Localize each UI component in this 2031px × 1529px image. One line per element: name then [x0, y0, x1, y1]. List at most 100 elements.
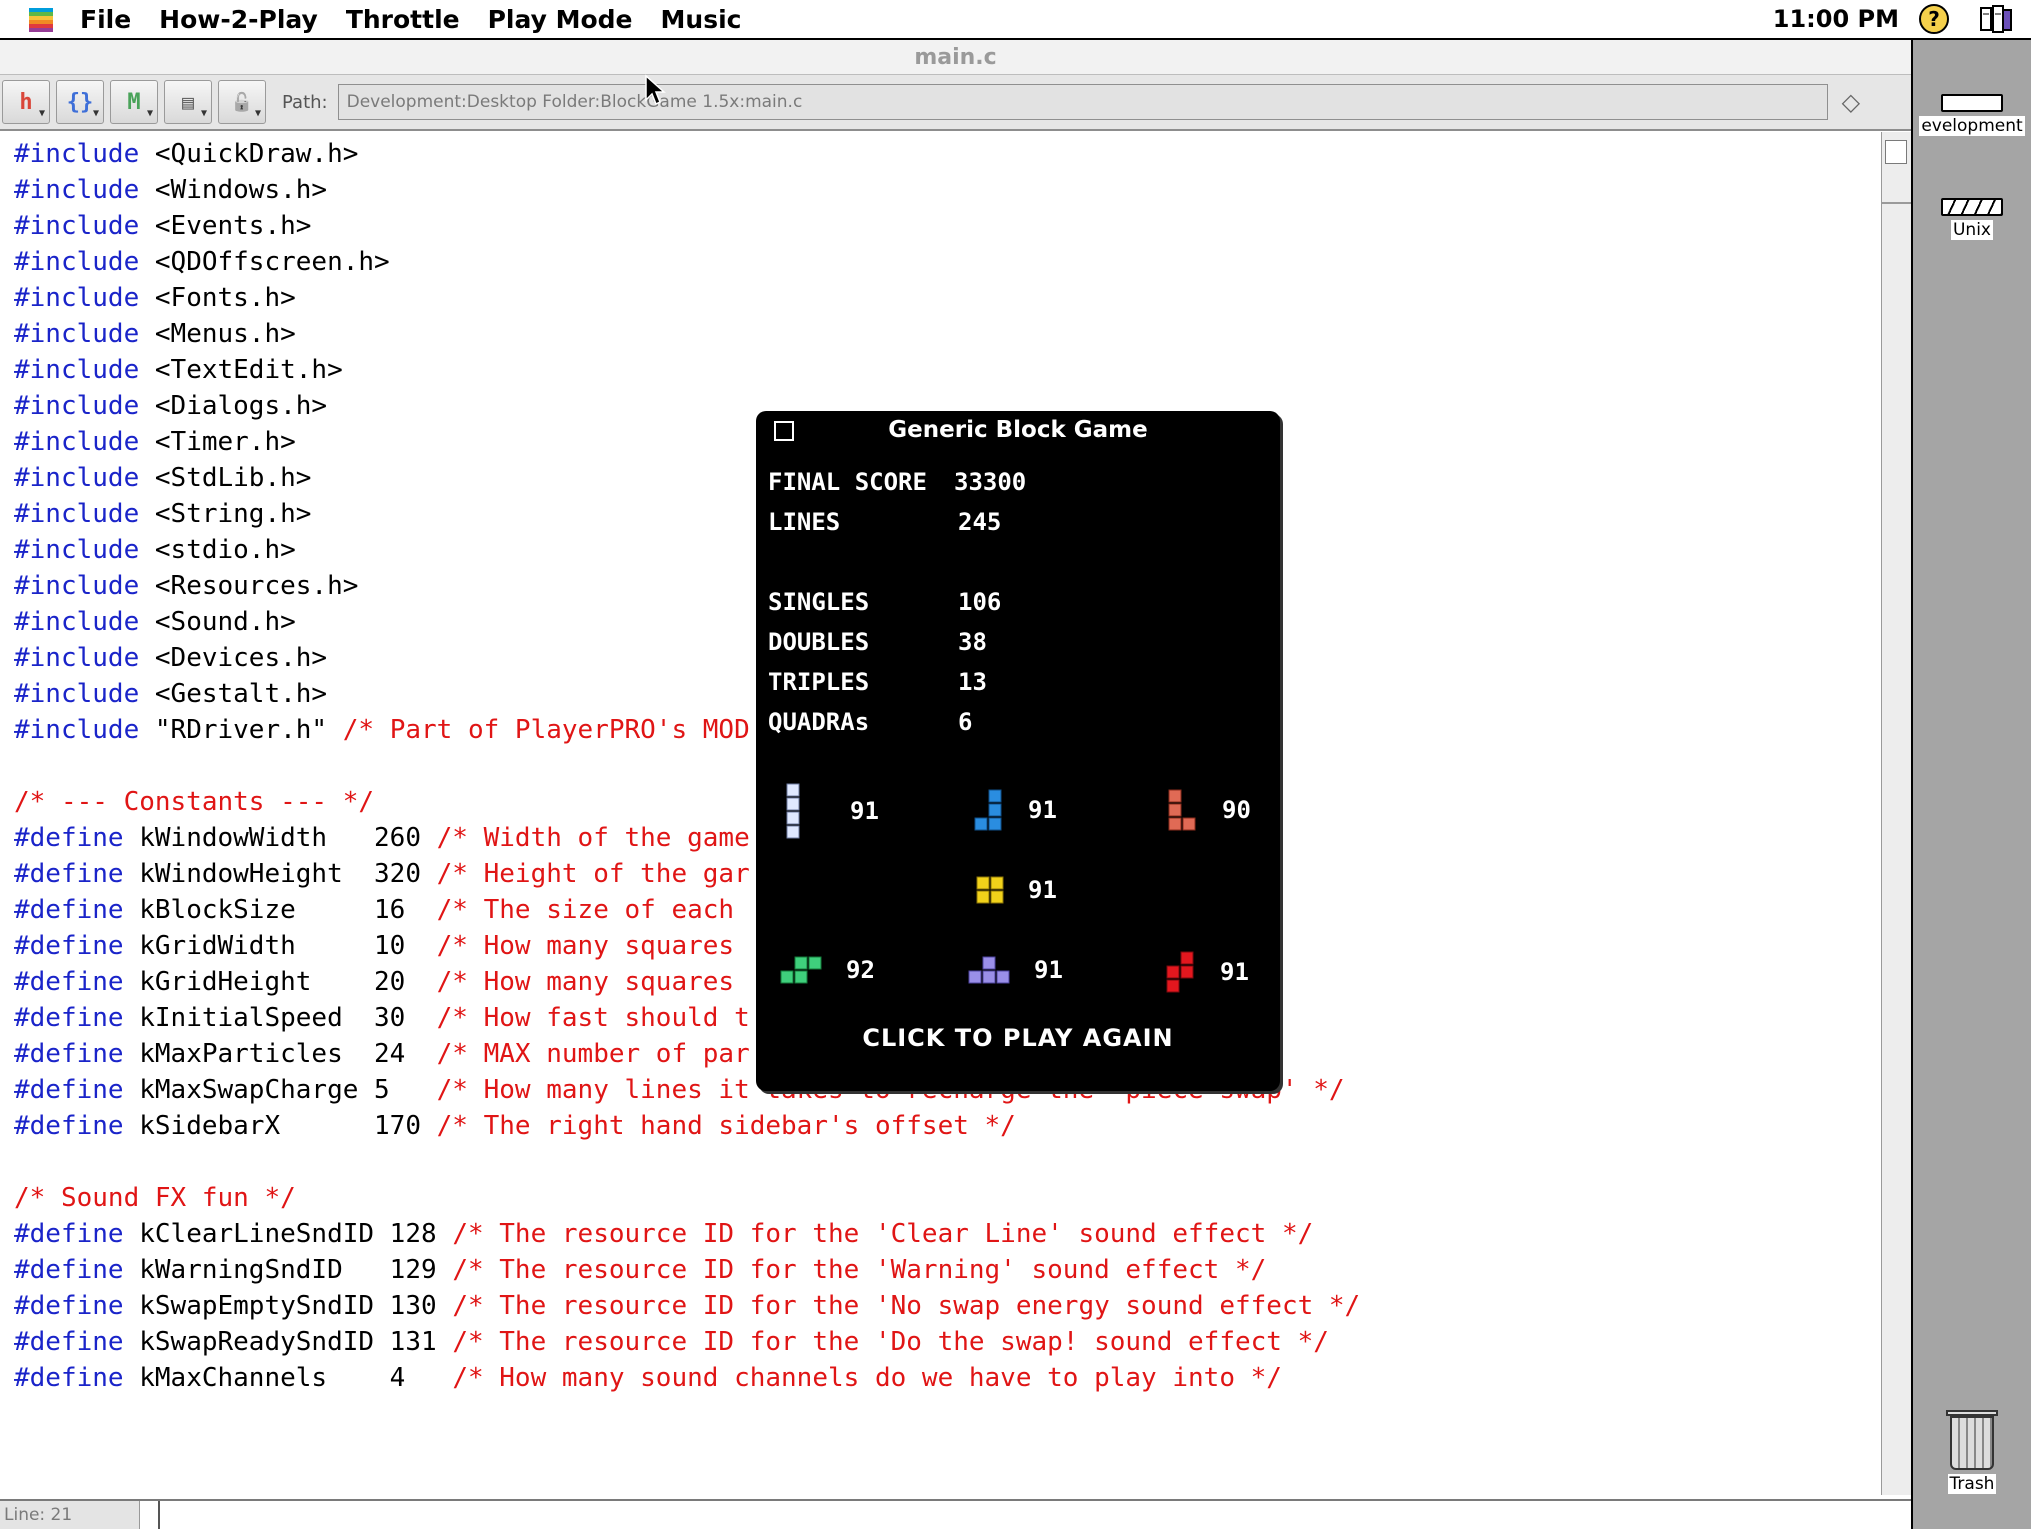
code-line[interactable]: #include <Windows.h> — [14, 172, 1883, 208]
code-comment: /* Width of the game — [436, 823, 750, 853]
document-popup-button[interactable]: ▤ ▼ — [164, 80, 212, 124]
code-keyword: #include — [14, 715, 140, 745]
piece-stat-s: 92 — [780, 956, 875, 984]
window-title-bar[interactable]: main.c — [0, 40, 1911, 75]
desktop-disk-unix[interactable]: Unix — [1913, 198, 2031, 240]
application-menu-icon[interactable] — [1979, 4, 2013, 34]
code-text: <Menus.h> — [139, 319, 296, 349]
code-text: kSwapEmptySndID 130 — [123, 1291, 453, 1321]
code-keyword: #include — [14, 499, 140, 529]
chevron-down-icon: ▼ — [254, 108, 261, 119]
window-title: main.c — [914, 44, 997, 70]
game-title-bar[interactable]: Generic Block Game — [756, 411, 1280, 449]
game-window[interactable]: Generic Block Game FINAL SCORE 33300 LIN… — [756, 411, 1280, 1091]
z-piece-icon — [1166, 951, 1194, 993]
desktop-disk-development[interactable]: evelopment — [1913, 94, 2031, 136]
code-keyword: #include — [14, 283, 140, 313]
code-keyword: #include — [14, 571, 140, 601]
code-comment: /* The size of each — [436, 895, 735, 925]
code-line[interactable]: #define kSidebarX 170 /* The right hand … — [14, 1108, 1883, 1144]
stat-label: FINAL SCORE — [768, 468, 927, 496]
diamond-icon[interactable]: ◇ — [1842, 88, 1860, 116]
code-line[interactable]: #include <Menus.h> — [14, 316, 1883, 352]
code-keyword: #define — [14, 1075, 124, 1105]
code-keyword: #include — [14, 175, 140, 205]
close-box-icon[interactable] — [774, 421, 794, 441]
code-line[interactable]: #define kClearLineSndID 128 /* The resou… — [14, 1216, 1883, 1252]
menu-clock[interactable]: 11:00 PM — [1773, 5, 1899, 33]
i-piece-icon — [786, 783, 800, 839]
code-line[interactable]: #include <TextEdit.h> — [14, 352, 1883, 388]
hard-disk-icon — [1941, 94, 2003, 112]
code-comment: /* The resource ID for the 'Clear Line' … — [452, 1219, 1314, 1249]
piece-count: 92 — [846, 956, 875, 984]
desktop: evelopment Unix Trash — [1913, 40, 2031, 1529]
lock-button[interactable]: 🔓 ▼ — [218, 80, 266, 124]
code-line[interactable]: #include <Fonts.h> — [14, 280, 1883, 316]
code-keyword: #include — [14, 319, 140, 349]
trash-label: Trash — [1947, 1474, 1997, 1494]
trash-icon[interactable]: Trash — [1943, 1410, 2001, 1494]
header-popup-icon: {} — [66, 89, 94, 115]
trash-can-icon — [1950, 1416, 1994, 1470]
code-keyword: #define — [14, 1219, 124, 1249]
code-comment: /* The resource ID for the 'No swap ener… — [452, 1291, 1361, 1321]
stat-quadras: QUADRAs 6 — [768, 708, 972, 736]
code-text: <Events.h> — [139, 211, 312, 241]
status-bar: Line: 21 — [0, 1499, 1911, 1529]
function-popup-button[interactable]: h ▼ — [2, 80, 50, 124]
document-popup-icon: ▤ — [181, 90, 195, 114]
menu-file[interactable]: File — [66, 5, 145, 34]
scrollbar-thumb[interactable] — [1885, 140, 1907, 164]
menu-music[interactable]: Music — [647, 5, 756, 34]
code-text: kSwapReadySndID 131 — [123, 1327, 453, 1357]
scrollbar-divider — [1882, 202, 1911, 204]
play-again-prompt[interactable]: CLICK TO PLAY AGAIN — [756, 1024, 1280, 1052]
horizontal-scroll-grip[interactable] — [146, 1501, 160, 1529]
code-text: <Timer.h> — [139, 427, 296, 457]
menu-throttle[interactable]: Throttle — [332, 5, 474, 34]
apple-menu-icon[interactable] — [26, 4, 56, 34]
code-line[interactable] — [14, 1144, 1883, 1180]
code-line[interactable]: #define kMaxChannels 4 /* How many sound… — [14, 1360, 1883, 1396]
stat-label: DOUBLES — [768, 628, 870, 656]
code-line[interactable]: #define kSwapReadySndID 131 /* The resou… — [14, 1324, 1883, 1360]
code-text: kMaxChannels 4 — [123, 1363, 453, 1393]
code-text: kGridWidth 10 — [123, 931, 437, 961]
code-comment: /* Height of the gar — [436, 859, 750, 889]
code-text: kMaxParticles 24 — [123, 1039, 437, 1069]
menu-how-2-play[interactable]: How-2-Play — [145, 5, 332, 34]
code-line[interactable]: #include <QuickDraw.h> — [14, 136, 1883, 172]
menu-bar: File How-2-Play Throttle Play Mode Music… — [0, 0, 2031, 40]
code-line[interactable]: #include <Events.h> — [14, 208, 1883, 244]
stat-value: 106 — [958, 588, 1002, 616]
piece-count: 91 — [1034, 956, 1063, 984]
code-keyword: #include — [14, 139, 140, 169]
marker-popup-button[interactable]: M ▼ — [110, 80, 158, 124]
chevron-down-icon: ▼ — [92, 108, 99, 119]
code-text: <Gestalt.h> — [139, 679, 328, 709]
code-line[interactable]: /* Sound FX fun */ — [14, 1180, 1883, 1216]
code-text: <String.h> — [139, 499, 312, 529]
help-menu-icon[interactable]: ? — [1919, 4, 1949, 34]
code-keyword: #include — [14, 535, 140, 565]
piece-stat-l: 90 — [1168, 789, 1251, 831]
header-popup-button[interactable]: {} ▼ — [56, 80, 104, 124]
game-title: Generic Block Game — [888, 417, 1148, 443]
vertical-scrollbar[interactable] — [1881, 132, 1911, 1495]
code-line[interactable]: #define kWarningSndID 129 /* The resourc… — [14, 1252, 1883, 1288]
code-text: kInitialSpeed 30 — [123, 1003, 437, 1033]
menu-play-mode[interactable]: Play Mode — [474, 5, 647, 34]
stat-label: TRIPLES — [768, 668, 870, 696]
code-comment: /* The right hand sidebar's offset */ — [436, 1111, 1016, 1141]
code-line[interactable]: #include <QDOffscreen.h> — [14, 244, 1883, 280]
line-indicator[interactable]: Line: 21 — [0, 1501, 140, 1529]
code-keyword: #include — [14, 211, 140, 241]
code-comment: /* Part of PlayerPRO's MOD — [342, 715, 750, 745]
code-comment: /* The resource ID for the 'Warning' sou… — [452, 1255, 1267, 1285]
desktop-icon-label: evelopment — [1919, 116, 2025, 136]
code-keyword: #include — [14, 355, 140, 385]
code-keyword: #define — [14, 823, 124, 853]
code-line[interactable]: #define kSwapEmptySndID 130 /* The resou… — [14, 1288, 1883, 1324]
path-field[interactable]: Development:Desktop Folder:BlockGame 1.5… — [337, 84, 1828, 120]
